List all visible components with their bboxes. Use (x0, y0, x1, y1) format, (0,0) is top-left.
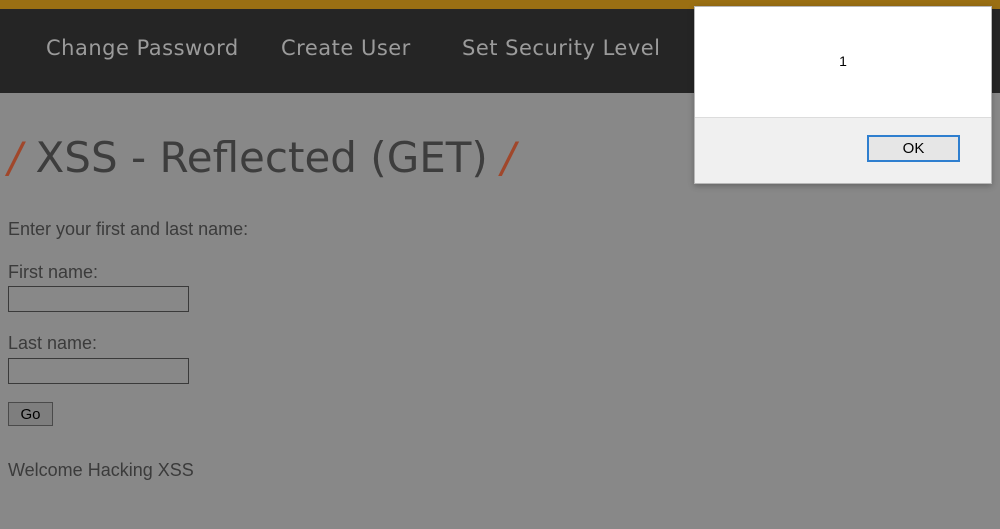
nav-item-change-password[interactable]: Change Password (46, 36, 239, 60)
alert-message: 1 (839, 53, 847, 69)
welcome-message: Welcome Hacking XSS (8, 460, 194, 480)
page-title-text: XSS - Reflected (GET) (35, 133, 488, 182)
nav-item-set-security-level[interactable]: Set Security Level (462, 36, 661, 60)
alert-divider (695, 117, 991, 118)
nav-item-create-user[interactable]: Create User (281, 36, 411, 60)
go-button[interactable]: Go (8, 402, 53, 426)
form-intro-text: Enter your first and last name: (8, 219, 249, 239)
alert-ok-button[interactable]: OK (867, 135, 960, 162)
alert-dialog: 1 OK (694, 6, 992, 184)
first-name-input[interactable] (8, 286, 189, 312)
title-slash-right: / (501, 133, 516, 182)
first-name-label: First name: (8, 262, 99, 282)
title-slash-left: / (8, 133, 23, 182)
page-title: / XSS - Reflected (GET) / (8, 133, 515, 182)
last-name-input[interactable] (8, 358, 189, 384)
alert-dialog-body: 1 (695, 7, 991, 117)
last-name-label: Last name: (8, 333, 98, 353)
